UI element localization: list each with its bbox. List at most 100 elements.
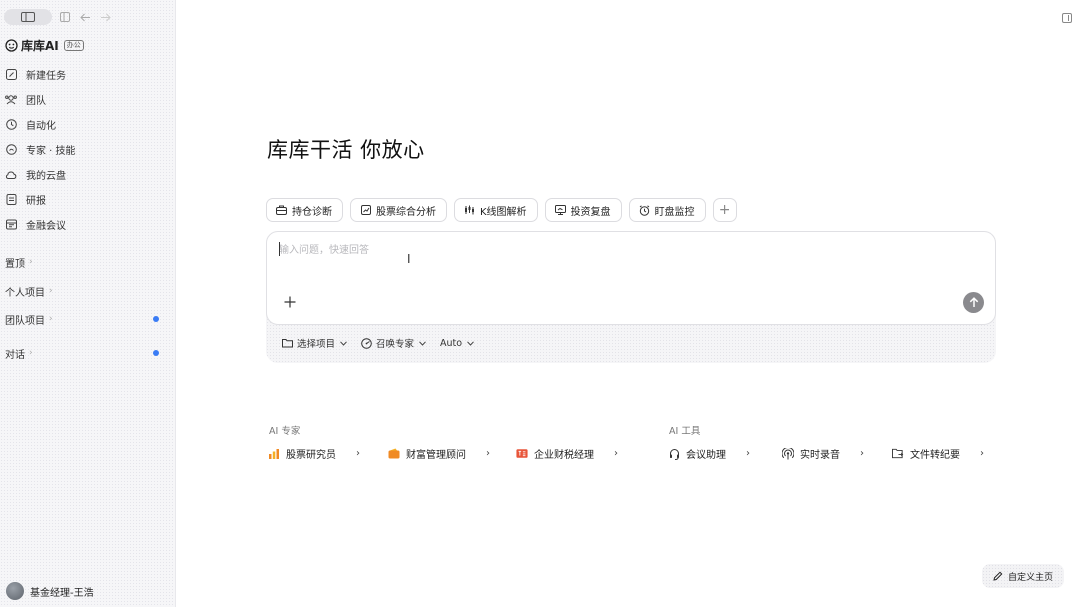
team-icon <box>5 94 17 106</box>
sidebar-icon <box>21 12 35 22</box>
headset-icon <box>668 448 680 460</box>
meeting-icon <box>5 219 17 231</box>
section-label: 团队项目 <box>5 315 45 327</box>
logo-icon <box>5 38 18 52</box>
chevron-right-icon: › <box>356 448 360 459</box>
chevron-right-icon: › <box>486 448 490 459</box>
chevron-down-icon <box>340 340 347 347</box>
brand[interactable]: 库库AI 办公 <box>5 37 84 53</box>
composer-container: I 选择项目 召唤专家 Auto <box>266 231 996 363</box>
expert-wealth-advisor[interactable]: 财富管理顾问 › <box>388 446 490 461</box>
file-convert-icon <box>892 448 904 460</box>
ai-experts-title: AI 专家 <box>269 426 301 437</box>
tool-meeting-assistant[interactable]: 会议助理 › <box>668 446 750 461</box>
broadcast-icon <box>782 447 794 460</box>
tool-file-to-minutes[interactable]: 文件转纪要 › <box>892 446 984 461</box>
add-chip-button[interactable]: + <box>712 198 737 222</box>
model-select-dropdown[interactable]: Auto <box>440 338 474 349</box>
section-conversations[interactable]: 对话 › <box>5 346 165 361</box>
brand-badge: 办公 <box>63 39 84 51</box>
panel-icon[interactable] <box>58 10 72 24</box>
text-cursor-icon: I <box>407 252 411 266</box>
section-label: 对话 <box>5 349 25 361</box>
expert-label: 股票研究员 <box>286 450 336 461</box>
expert-icon <box>5 144 17 156</box>
sidebar-toggle-button[interactable] <box>4 9 52 25</box>
sidebar-item-cloud-drive[interactable]: 我的云盘 <box>5 162 170 187</box>
cloud-icon <box>5 169 17 181</box>
select-project-dropdown[interactable]: 选择项目 <box>282 336 347 350</box>
plus-icon: + <box>718 202 731 218</box>
chip-stock-analysis[interactable]: 股票综合分析 <box>350 198 447 222</box>
chip-label: K线图解析 <box>480 206 527 218</box>
sidebar-item-label: 我的云盘 <box>26 171 66 182</box>
chevron-right-icon: › <box>980 448 984 459</box>
option-label: 选择项目 <box>297 339 336 350</box>
sidebar-item-label: 专家 · 技能 <box>26 146 76 157</box>
sidebar: 库库AI 办公 新建任务 团队 自动化 专家 · 技能 我的云盘 研报 金融会议… <box>0 0 176 607</box>
tool-label: 文件转纪要 <box>910 450 960 461</box>
send-button[interactable] <box>963 292 984 313</box>
tool-label: 实时录音 <box>800 450 840 461</box>
briefcase-icon <box>276 205 287 216</box>
chip-label: 持仓诊断 <box>292 206 332 218</box>
customize-home-label: 自定义主页 <box>1007 572 1053 583</box>
tax-icon <box>516 448 528 460</box>
forward-arrow-icon[interactable] <box>98 10 112 24</box>
edit-icon <box>5 69 17 81</box>
chevron-right-icon: › <box>746 448 750 459</box>
section-team-projects[interactable]: 团队项目 › <box>5 312 165 327</box>
right-panel-toggle-icon[interactable] <box>1062 13 1072 23</box>
sidebar-item-label: 自动化 <box>26 121 56 132</box>
automation-icon <box>5 119 17 131</box>
unread-dot <box>153 350 159 356</box>
back-arrow-icon[interactable] <box>78 10 92 24</box>
user-profile[interactable]: 基金经理-王浩 <box>6 582 94 600</box>
section-label: 置顶 <box>5 258 25 270</box>
chip-kline-analysis[interactable]: K线图解析 <box>454 198 538 222</box>
chip-position-diagnosis[interactable]: 持仓诊断 <box>266 198 343 222</box>
option-label: 召唤专家 <box>376 339 415 350</box>
chip-market-monitor[interactable]: 盯盘监控 <box>628 198 706 222</box>
report-icon <box>5 194 17 206</box>
alarm-icon <box>639 204 650 216</box>
ai-tools-title: AI 工具 <box>669 426 701 437</box>
expert-stock-researcher[interactable]: 股票研究员 › <box>268 446 360 461</box>
chip-label: 股票综合分析 <box>376 206 436 218</box>
sidebar-item-new-task[interactable]: 新建任务 <box>5 62 170 87</box>
expert-label: 企业财税经理 <box>534 450 594 461</box>
summon-expert-dropdown[interactable]: 召唤专家 <box>361 336 426 350</box>
section-pinned[interactable]: 置顶 › <box>5 255 165 270</box>
ai-experts-list: 股票研究员 › 财富管理顾问 › 企业财税经理 › <box>268 446 618 461</box>
chevron-right-icon: › <box>29 257 33 267</box>
sidebar-item-automation[interactable]: 自动化 <box>5 112 170 137</box>
sidebar-item-label: 新建任务 <box>26 71 66 82</box>
composer: I <box>266 231 996 325</box>
quick-actions: 持仓诊断 股票综合分析 K线图解析 投资复盘 盯盘监控 + <box>266 198 737 222</box>
sidebar-item-team[interactable]: 团队 <box>5 87 170 112</box>
tool-live-recording[interactable]: 实时录音 › <box>782 446 864 461</box>
window-toolbar <box>4 9 112 25</box>
chevron-down-icon <box>467 340 474 347</box>
composer-options: 选择项目 召唤专家 Auto <box>282 336 488 350</box>
expert-tax-manager[interactable]: 企业财税经理 › <box>516 446 618 461</box>
unread-dot <box>153 316 159 322</box>
plus-icon <box>284 296 296 308</box>
review-icon <box>554 205 566 216</box>
sidebar-item-label: 金融会议 <box>26 221 66 232</box>
sidebar-item-expert-skill[interactable]: 专家 · 技能 <box>5 137 170 162</box>
chip-investment-review[interactable]: 投资复盘 <box>544 198 622 222</box>
section-personal-projects[interactable]: 个人项目 › <box>5 284 165 299</box>
sidebar-item-research-report[interactable]: 研报 <box>5 187 170 212</box>
question-input[interactable] <box>279 241 879 259</box>
chip-label: 盯盘监控 <box>654 206 695 218</box>
section-label: 个人项目 <box>5 287 45 299</box>
kline-icon <box>464 205 475 216</box>
attach-button[interactable] <box>283 295 297 309</box>
folder-icon <box>282 338 293 349</box>
chevron-right-icon: › <box>49 314 53 324</box>
customize-home-button[interactable]: 自定义主页 <box>982 564 1064 588</box>
sidebar-item-finance-meeting[interactable]: 金融会议 <box>5 212 170 237</box>
ai-tools-list: 会议助理 › 实时录音 › 文件转纪要 › <box>668 446 984 461</box>
brand-name: 库库AI <box>21 38 59 53</box>
